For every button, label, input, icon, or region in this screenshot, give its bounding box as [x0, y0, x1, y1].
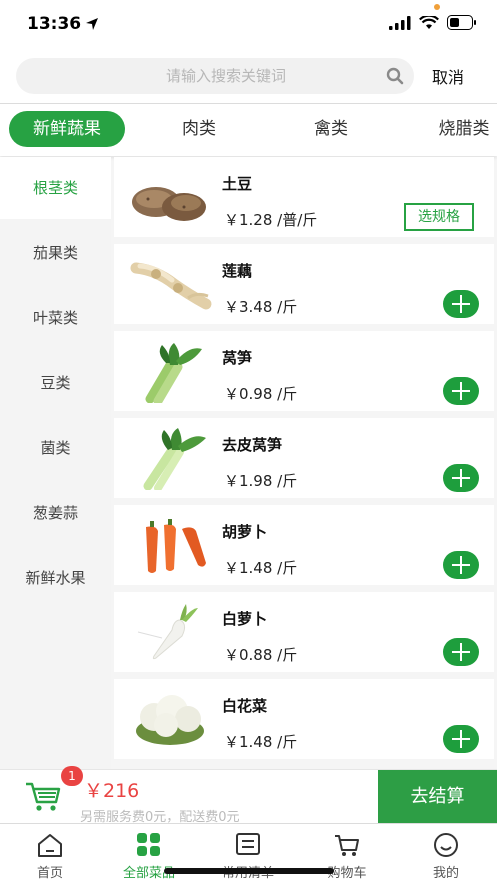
product-price: ￥0.98 /斤	[224, 385, 298, 403]
product-card[interactable]: 去皮莴笋 ￥1.98 /斤	[114, 418, 494, 498]
wifi-icon	[419, 15, 439, 29]
profile-icon	[434, 833, 458, 857]
add-to-cart-button[interactable]	[443, 725, 479, 753]
tab-label: 我的	[432, 866, 459, 881]
tab-roast-meats[interactable]: 烧腊类	[425, 111, 497, 147]
cart-summary-bar: 1 ￥216 另需服务费0元，配送费0元 去结算	[0, 766, 497, 825]
home-indicator	[164, 868, 334, 874]
cancel-button[interactable]: 取消	[432, 64, 464, 88]
peeled-celtuce-image	[143, 428, 206, 490]
product-name: 去皮莴笋	[222, 436, 283, 454]
cart-count-badge: 1	[61, 766, 83, 786]
status-time: 13:36	[27, 14, 82, 34]
search-bar: 请输入搜索关键词 取消	[0, 50, 497, 104]
white-radish-image	[137, 604, 198, 660]
product-card[interactable]: 莴笋 ￥0.98 /斤	[114, 331, 494, 411]
tab-label: 首页	[36, 866, 63, 881]
sidebar-item-aromatics[interactable]: 葱姜蒜	[0, 482, 111, 544]
product-list: 土豆 ￥1.28 /普/斤 选规格 莲藕 ￥3.48 /斤 莴笋 ￥0.98 /…	[111, 157, 497, 769]
status-bar: 13:36	[0, 0, 497, 50]
add-to-cart-button[interactable]	[443, 551, 479, 579]
list-icon	[236, 833, 260, 855]
search-input[interactable]: 请输入搜索关键词	[16, 58, 414, 94]
add-to-cart-button[interactable]	[443, 377, 479, 405]
tab-meat[interactable]: 肉类	[162, 111, 236, 147]
search-placeholder: 请输入搜索关键词	[165, 67, 286, 85]
tab-fresh-produce[interactable]: 新鲜蔬果	[9, 111, 125, 147]
category-tabs: 新鲜蔬果 肉类 禽类 烧腊类	[0, 104, 497, 156]
product-card[interactable]: 莲藕 ￥3.48 /斤	[114, 244, 494, 324]
privacy-indicator-icon	[434, 4, 440, 10]
product-name: 莴笋	[222, 349, 253, 367]
product-name: 白萝卜	[222, 610, 268, 628]
product-price: ￥3.48 /斤	[224, 298, 298, 316]
product-name: 白花菜	[222, 697, 268, 715]
product-name: 胡萝卜	[222, 523, 268, 541]
product-card[interactable]: 白花菜 ￥1.48 /斤	[114, 679, 494, 759]
product-name: 莲藕	[222, 262, 253, 280]
cart-total: ￥216	[84, 780, 140, 802]
tab-poultry[interactable]: 禽类	[294, 111, 368, 147]
lotus-root-image	[130, 262, 212, 310]
product-price: ￥0.88 /斤	[224, 646, 298, 664]
sidebar-item-root-vegetables[interactable]: 根茎类	[0, 157, 111, 219]
cart-icon[interactable]	[24, 778, 62, 814]
status-icons	[389, 15, 477, 30]
add-to-cart-button[interactable]	[443, 290, 479, 318]
signal-icon	[389, 15, 411, 30]
product-price: ￥1.28 /普/斤	[224, 211, 318, 229]
home-icon	[38, 834, 62, 857]
sidebar-item-mushrooms[interactable]: 菌类	[0, 417, 111, 479]
sidebar-item-fruit-vegetables[interactable]: 茄果类	[0, 222, 111, 284]
checkout-button[interactable]: 去结算	[378, 770, 497, 824]
tab-profile[interactable]: 我的	[396, 832, 496, 881]
subcategory-sidebar: 根茎类 茄果类 叶菜类 豆类 菌类 葱姜蒜 新鲜水果	[0, 157, 111, 769]
location-arrow-icon	[86, 18, 98, 30]
celtuce-image	[145, 343, 202, 403]
sidebar-item-leafy-vegetables[interactable]: 叶菜类	[0, 287, 111, 349]
product-card[interactable]: 白萝卜 ￥0.88 /斤	[114, 592, 494, 672]
select-spec-button[interactable]: 选规格	[404, 203, 474, 231]
app-screen: 13:36 请输入搜索关键词 取消 新鲜蔬果 肉类 禽类 烧腊类 根茎类 茄果类…	[0, 0, 497, 883]
battery-icon	[447, 15, 476, 30]
add-to-cart-button[interactable]	[443, 638, 479, 666]
sidebar-item-beans[interactable]: 豆类	[0, 352, 111, 414]
tab-home[interactable]: 首页	[0, 832, 100, 881]
cauliflower-image	[136, 695, 204, 745]
sidebar-item-fresh-fruit[interactable]: 新鲜水果	[0, 547, 111, 609]
cart-icon	[335, 835, 359, 856]
product-price: ￥1.48 /斤	[224, 733, 298, 751]
potato-image	[132, 187, 206, 221]
product-price: ￥1.98 /斤	[224, 472, 298, 490]
bottom-tab-bar: 首页 全部菜品 常用清单 购物车	[0, 823, 497, 883]
product-name: 土豆	[222, 175, 253, 193]
add-to-cart-button[interactable]	[443, 464, 479, 492]
carrot-image	[146, 519, 206, 573]
product-card[interactable]: 土豆 ￥1.28 /普/斤 选规格	[114, 157, 494, 237]
grid-icon	[137, 833, 160, 856]
product-price: ￥1.48 /斤	[224, 559, 298, 577]
product-card[interactable]: 胡萝卜 ￥1.48 /斤	[114, 505, 494, 585]
search-icon[interactable]	[386, 67, 404, 85]
